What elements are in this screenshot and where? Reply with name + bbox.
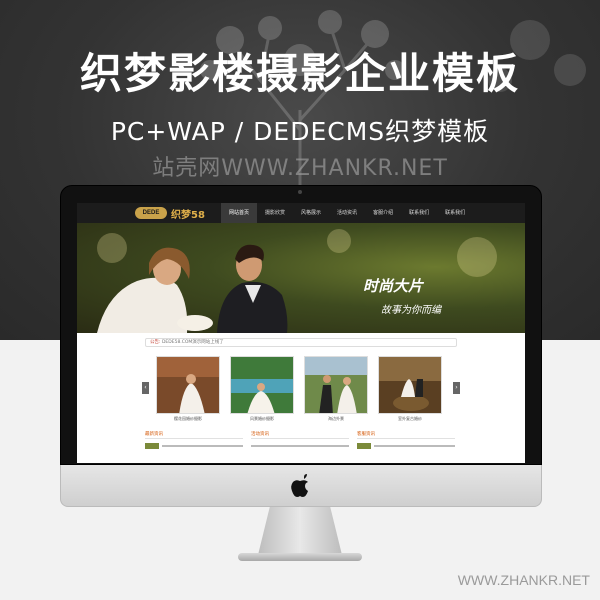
news-column: 客服资讯 (357, 431, 455, 449)
news-thumb (145, 443, 159, 449)
monitor-screen: DEDE 织梦58 网站首页 摄影欣赏 风格展示 活动资讯 客服介绍 联系我们 … (77, 203, 525, 463)
site-nav: 网站首页 摄影欣赏 风格展示 活动资讯 客服介绍 联系我们 联系我们 (221, 203, 473, 223)
corner-watermark: WWW.ZHANKR.NET (457, 572, 590, 588)
gallery-caption[interactable]: 樱花园婚纱摄影 (156, 416, 220, 422)
photo-gallery: ‹ › 樱花园婚纱摄影 风景婚纱摄影 海边外景 室外复古婚纱 (142, 354, 460, 422)
nav-item-contact-2[interactable]: 联系我们 (437, 203, 473, 223)
gallery-caption[interactable]: 风景婚纱摄影 (230, 416, 294, 422)
news-line (162, 445, 243, 447)
news-column-title[interactable]: 活动资讯 (251, 431, 349, 439)
gallery-thumb[interactable] (156, 356, 220, 414)
notice-bar[interactable]: 公告: DEDE58.COM演示网站上线了 (145, 338, 457, 347)
list-item[interactable] (251, 443, 349, 449)
nav-item-service[interactable]: 客服介绍 (365, 203, 401, 223)
camera-dot (298, 190, 302, 194)
news-line (251, 445, 349, 447)
site-logo-name[interactable]: 织梦58 (171, 206, 205, 221)
promo-headline: 织梦影楼摄影企业模板 (79, 49, 520, 98)
watermark-text: 站壳网WWW.ZHANKR.NET (152, 156, 448, 181)
nav-item-styles[interactable]: 风格展示 (293, 203, 329, 223)
site-header: DEDE 织梦58 网站首页 摄影欣赏 风格展示 活动资讯 客服介绍 联系我们 … (77, 203, 525, 223)
banner-title: 时尚大片 (363, 277, 424, 295)
nav-item-contact[interactable]: 联系我们 (401, 203, 437, 223)
nav-item-news[interactable]: 活动资讯 (329, 203, 365, 223)
banner-subtitle: 故事为你而编 (381, 305, 441, 316)
news-column-title[interactable]: 最新资讯 (145, 431, 243, 439)
notice-label: 公告: (150, 340, 161, 345)
apple-logo-icon (291, 474, 308, 497)
nav-item-home[interactable]: 网站首页 (221, 203, 258, 223)
gallery-prev-arrow[interactable]: ‹ (142, 382, 149, 394)
gallery-thumb[interactable] (304, 356, 368, 414)
news-column: 活动资讯 (251, 431, 349, 449)
gallery-thumb[interactable] (230, 356, 294, 414)
gallery-next-arrow[interactable]: › (453, 382, 460, 394)
list-item[interactable] (357, 443, 455, 449)
gallery-thumb[interactable] (378, 356, 442, 414)
monitor-stand-neck (258, 507, 342, 555)
monitor-stand-foot (238, 553, 362, 561)
news-lists: 最新资讯 活动资讯 客服资讯 (145, 431, 457, 461)
list-item[interactable] (145, 443, 243, 449)
nav-item-gallery[interactable]: 摄影欣赏 (257, 203, 293, 223)
news-thumb (357, 443, 371, 449)
gallery-caption[interactable]: 室外复古婚纱 (378, 416, 442, 422)
news-column-title[interactable]: 客服资讯 (357, 431, 455, 439)
promo-subline: PC+WAP / DEDECMS织梦模板 (110, 117, 490, 146)
gallery-caption[interactable]: 海边外景 (304, 416, 368, 422)
news-column: 最新资讯 (145, 431, 243, 449)
site-logo-badge[interactable]: DEDE (135, 207, 167, 219)
couple-photo (97, 244, 288, 333)
hero-banner[interactable]: 时尚大片 故事为你而编 (77, 223, 525, 333)
notice-text[interactable]: DEDE58.COM演示网站上线了 (162, 340, 224, 345)
news-line (374, 445, 455, 447)
